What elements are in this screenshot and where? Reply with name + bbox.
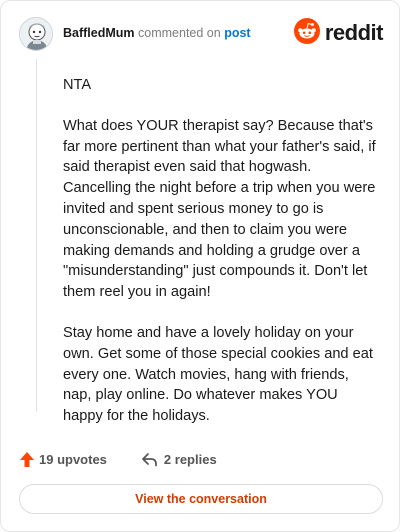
comment-paragraph: NTA bbox=[63, 77, 92, 93]
reddit-snoo-icon bbox=[293, 17, 320, 49]
reddit-logo[interactable]: reddit bbox=[293, 17, 384, 49]
comment-header: BaffledMum commented on post reddit bbox=[19, 17, 384, 51]
reddit-wordmark: reddit bbox=[324, 20, 384, 45]
reply-arrow-icon bbox=[141, 452, 158, 467]
comment-actions: 19 upvotes 2 replies bbox=[19, 448, 217, 470]
upvote-count: 19 upvotes bbox=[39, 451, 107, 467]
replies-button[interactable]: 2 replies bbox=[141, 452, 217, 467]
upvote-button[interactable]: 19 upvotes bbox=[19, 451, 107, 468]
post-link[interactable]: post bbox=[224, 26, 250, 40]
reply-count: 2 replies bbox=[163, 451, 217, 467]
action-text: commented on bbox=[138, 26, 221, 40]
upvote-arrow-icon bbox=[19, 451, 35, 468]
comment-body: NTA What does YOUR therapist say? Becaus… bbox=[63, 75, 381, 447]
view-conversation-button[interactable]: View the conversation bbox=[19, 484, 383, 514]
comment-paragraph: What does YOUR therapist say? Because th… bbox=[63, 117, 376, 301]
comment-card: BaffledMum commented on post reddit NTA … bbox=[0, 0, 400, 532]
user-avatar-icon[interactable] bbox=[19, 17, 53, 51]
username-link[interactable]: BaffledMum bbox=[63, 26, 135, 40]
thread-line bbox=[36, 59, 37, 412]
comment-meta: BaffledMum commented on post bbox=[63, 26, 251, 40]
comment-paragraph: Stay home and have a lovely holiday on y… bbox=[63, 324, 373, 425]
